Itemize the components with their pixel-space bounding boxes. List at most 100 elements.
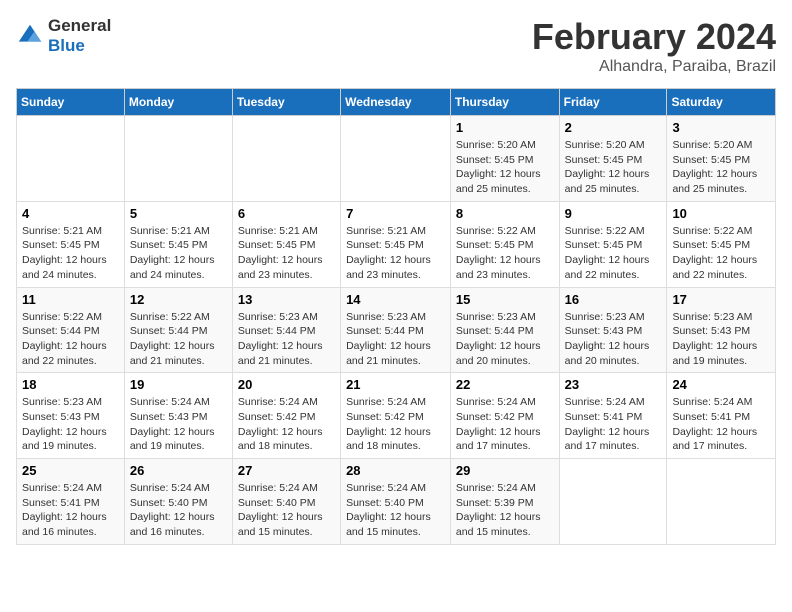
day-number: 21 — [346, 377, 445, 392]
day-info: Sunrise: 5:23 AM Sunset: 5:44 PM Dayligh… — [456, 310, 554, 369]
day-info: Sunrise: 5:23 AM Sunset: 5:43 PM Dayligh… — [565, 310, 662, 369]
day-number: 17 — [672, 292, 770, 307]
day-info: Sunrise: 5:24 AM Sunset: 5:41 PM Dayligh… — [22, 481, 119, 540]
calendar-cell: 26 Sunrise: 5:24 AM Sunset: 5:40 PM Dayli… — [124, 459, 232, 545]
day-number: 7 — [346, 206, 445, 221]
day-info: Sunrise: 5:24 AM Sunset: 5:42 PM Dayligh… — [346, 395, 445, 454]
calendar-cell — [667, 459, 776, 545]
calendar-cell: 20Sunrise: 5:24 AM Sunset: 5:42 PM Dayli… — [232, 373, 340, 459]
calendar-cell: 2Sunrise: 5:20 AM Sunset: 5:45 PM Daylig… — [559, 116, 667, 202]
day-info: Sunrise: 5:20 AM Sunset: 5:45 PM Dayligh… — [456, 138, 554, 197]
day-number: 10 — [672, 206, 770, 221]
calendar-cell: 7 Sunrise: 5:21 AM Sunset: 5:45 PM Daylig… — [341, 201, 451, 287]
calendar-cell: 18Sunrise: 5:23 AM Sunset: 5:43 PM Dayli… — [17, 373, 125, 459]
day-info: Sunrise: 5:24 AM Sunset: 5:42 PM Dayligh… — [456, 395, 554, 454]
calendar-cell: 25 Sunrise: 5:24 AM Sunset: 5:41 PM Dayli… — [17, 459, 125, 545]
day-number: 6 — [238, 206, 335, 221]
day-number: 23 — [565, 377, 662, 392]
header-row: SundayMondayTuesdayWednesdayThursdayFrid… — [17, 89, 776, 116]
calendar-cell: 17Sunrise: 5:23 AM Sunset: 5:43 PM Dayli… — [667, 287, 776, 373]
day-number: 19 — [130, 377, 227, 392]
week-row-2: 4 Sunrise: 5:21 AM Sunset: 5:45 PM Daylig… — [17, 201, 776, 287]
calendar-cell: 29Sunrise: 5:24 AM Sunset: 5:39 PM Dayli… — [450, 459, 559, 545]
day-number: 15 — [456, 292, 554, 307]
calendar-cell: 14Sunrise: 5:23 AM Sunset: 5:44 PM Dayli… — [341, 287, 451, 373]
calendar-cell: 1Sunrise: 5:20 AM Sunset: 5:45 PM Daylig… — [450, 116, 559, 202]
column-header-friday: Friday — [559, 89, 667, 116]
calendar-cell — [17, 116, 125, 202]
calendar-cell — [341, 116, 451, 202]
day-number: 9 — [565, 206, 662, 221]
calendar-cell: 19 Sunrise: 5:24 AM Sunset: 5:43 PM Dayli… — [124, 373, 232, 459]
calendar-cell: 23 Sunrise: 5:24 AM Sunset: 5:41 PM Dayli… — [559, 373, 667, 459]
day-number: 16 — [565, 292, 662, 307]
day-number: 26 — [130, 463, 227, 478]
calendar-cell: 15 Sunrise: 5:23 AM Sunset: 5:44 PM Dayli… — [450, 287, 559, 373]
day-info: Sunrise: 5:23 AM Sunset: 5:44 PM Dayligh… — [346, 310, 445, 369]
calendar-cell: 16 Sunrise: 5:23 AM Sunset: 5:43 PM Dayli… — [559, 287, 667, 373]
day-info: Sunrise: 5:24 AM Sunset: 5:40 PM Dayligh… — [238, 481, 335, 540]
week-row-5: 25 Sunrise: 5:24 AM Sunset: 5:41 PM Dayli… — [17, 459, 776, 545]
calendar-cell: 8 Sunrise: 5:22 AM Sunset: 5:45 PM Daylig… — [450, 201, 559, 287]
day-info: Sunrise: 5:24 AM Sunset: 5:41 PM Dayligh… — [565, 395, 662, 454]
day-number: 4 — [22, 206, 119, 221]
calendar-cell: 11 Sunrise: 5:22 AM Sunset: 5:44 PM Dayli… — [17, 287, 125, 373]
day-info: Sunrise: 5:22 AM Sunset: 5:45 PM Dayligh… — [672, 224, 770, 283]
column-header-monday: Monday — [124, 89, 232, 116]
day-info: Sunrise: 5:22 AM Sunset: 5:45 PM Dayligh… — [565, 224, 662, 283]
calendar-table: SundayMondayTuesdayWednesdayThursdayFrid… — [16, 88, 776, 545]
day-number: 8 — [456, 206, 554, 221]
day-number: 22 — [456, 377, 554, 392]
day-number: 3 — [672, 120, 770, 135]
day-info: Sunrise: 5:24 AM Sunset: 5:43 PM Dayligh… — [130, 395, 227, 454]
day-info: Sunrise: 5:22 AM Sunset: 5:45 PM Dayligh… — [456, 224, 554, 283]
day-number: 12 — [130, 292, 227, 307]
calendar-cell: 28Sunrise: 5:24 AM Sunset: 5:40 PM Dayli… — [341, 459, 451, 545]
logo: General Blue — [16, 16, 111, 55]
day-number: 25 — [22, 463, 119, 478]
header: General Blue February 2024 Alhandra, Par… — [16, 16, 776, 76]
calendar-cell: 22 Sunrise: 5:24 AM Sunset: 5:42 PM Dayli… — [450, 373, 559, 459]
calendar-cell: 5Sunrise: 5:21 AM Sunset: 5:45 PM Daylig… — [124, 201, 232, 287]
calendar-cell — [232, 116, 340, 202]
day-number: 27 — [238, 463, 335, 478]
day-number: 13 — [238, 292, 335, 307]
day-number: 20 — [238, 377, 335, 392]
week-row-3: 11 Sunrise: 5:22 AM Sunset: 5:44 PM Dayli… — [17, 287, 776, 373]
calendar-cell: 9 Sunrise: 5:22 AM Sunset: 5:45 PM Daylig… — [559, 201, 667, 287]
day-info: Sunrise: 5:24 AM Sunset: 5:40 PM Dayligh… — [130, 481, 227, 540]
calendar-cell: 13 Sunrise: 5:23 AM Sunset: 5:44 PM Dayli… — [232, 287, 340, 373]
logo-icon — [16, 22, 44, 50]
day-info: Sunrise: 5:24 AM Sunset: 5:39 PM Dayligh… — [456, 481, 554, 540]
calendar-cell: 12 Sunrise: 5:22 AM Sunset: 5:44 PM Dayli… — [124, 287, 232, 373]
calendar-cell: 21 Sunrise: 5:24 AM Sunset: 5:42 PM Dayli… — [341, 373, 451, 459]
day-info: Sunrise: 5:24 AM Sunset: 5:41 PM Dayligh… — [672, 395, 770, 454]
column-header-tuesday: Tuesday — [232, 89, 340, 116]
calendar-cell: 10 Sunrise: 5:22 AM Sunset: 5:45 PM Dayli… — [667, 201, 776, 287]
calendar-cell: 27 Sunrise: 5:24 AM Sunset: 5:40 PM Dayli… — [232, 459, 340, 545]
page-title: February 2024 — [532, 16, 776, 58]
day-info: Sunrise: 5:24 AM Sunset: 5:40 PM Dayligh… — [346, 481, 445, 540]
day-number: 2 — [565, 120, 662, 135]
column-header-wednesday: Wednesday — [341, 89, 451, 116]
title-block: February 2024 Alhandra, Paraiba, Brazil — [532, 16, 776, 76]
calendar-cell: 6 Sunrise: 5:21 AM Sunset: 5:45 PM Daylig… — [232, 201, 340, 287]
logo-text-general: General — [48, 16, 111, 36]
day-info: Sunrise: 5:22 AM Sunset: 5:44 PM Dayligh… — [22, 310, 119, 369]
day-info: Sunrise: 5:21 AM Sunset: 5:45 PM Dayligh… — [346, 224, 445, 283]
day-number: 5 — [130, 206, 227, 221]
day-info: Sunrise: 5:22 AM Sunset: 5:44 PM Dayligh… — [130, 310, 227, 369]
day-info: Sunrise: 5:21 AM Sunset: 5:45 PM Dayligh… — [238, 224, 335, 283]
calendar-cell: 24Sunrise: 5:24 AM Sunset: 5:41 PM Dayli… — [667, 373, 776, 459]
calendar-cell — [124, 116, 232, 202]
calendar-cell — [559, 459, 667, 545]
logo-text-blue: Blue — [48, 36, 111, 56]
column-header-sunday: Sunday — [17, 89, 125, 116]
day-info: Sunrise: 5:21 AM Sunset: 5:45 PM Dayligh… — [22, 224, 119, 283]
column-header-thursday: Thursday — [450, 89, 559, 116]
day-number: 11 — [22, 292, 119, 307]
day-info: Sunrise: 5:23 AM Sunset: 5:44 PM Dayligh… — [238, 310, 335, 369]
day-info: Sunrise: 5:20 AM Sunset: 5:45 PM Dayligh… — [672, 138, 770, 197]
week-row-4: 18Sunrise: 5:23 AM Sunset: 5:43 PM Dayli… — [17, 373, 776, 459]
calendar-cell: 4 Sunrise: 5:21 AM Sunset: 5:45 PM Daylig… — [17, 201, 125, 287]
